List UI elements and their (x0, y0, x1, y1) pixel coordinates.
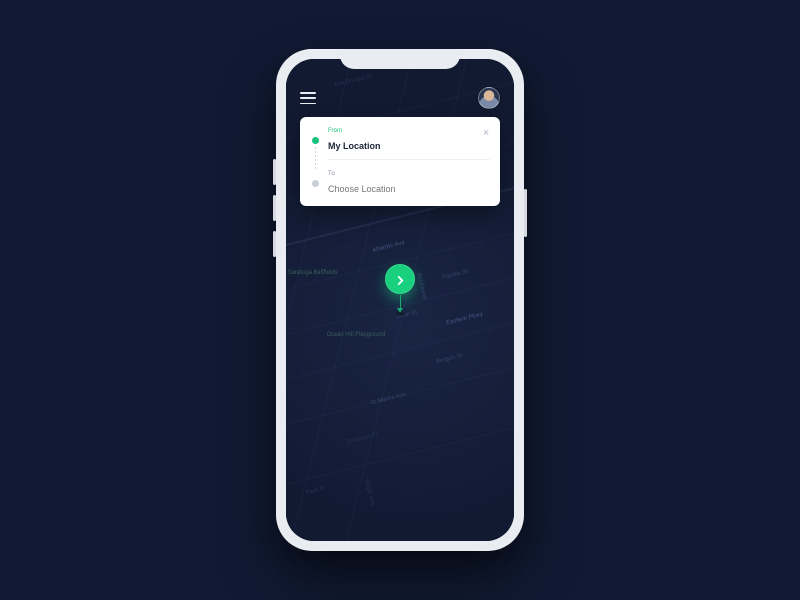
to-input[interactable] (328, 184, 490, 194)
route-card: × From To (300, 117, 500, 206)
divider (328, 159, 490, 160)
current-location-pin (385, 264, 415, 316)
map-road (286, 417, 514, 495)
pin-stem (400, 295, 401, 309)
top-bar (286, 87, 514, 109)
to-label: To (328, 170, 490, 177)
street-label: Eastern Pkwy (446, 311, 484, 327)
street-label: Ralph Ave (363, 478, 376, 506)
phone-device-frame: MacDougal St Marion St Sumpter Pl Herkim… (276, 49, 524, 551)
device-notch (340, 49, 460, 69)
hamburger-icon (300, 92, 316, 94)
street-label: Park Pl (305, 485, 326, 497)
street-label: Pacific St (442, 268, 469, 281)
poi-label: Saratoga Ballfields (288, 269, 338, 277)
to-row: To (310, 170, 490, 196)
go-button[interactable] (385, 264, 415, 294)
street-label: Atlantic Ave (372, 239, 406, 254)
street-label: St Marks Ave (370, 391, 407, 407)
destination-dot-icon (312, 180, 319, 187)
chevron-right-icon (396, 270, 405, 289)
poi-label: Ocean Hill Playground (326, 331, 386, 339)
app-screen: MacDougal St Marion St Sumpter Pl Herkim… (286, 59, 514, 541)
from-row: From (310, 127, 490, 160)
pin-shadow (395, 312, 405, 316)
origin-dot-icon (312, 137, 319, 144)
route-connector-icon (315, 147, 316, 171)
street-label: Rockaway (415, 272, 429, 301)
from-input[interactable] (328, 141, 490, 151)
street-label: Prospect Pl (346, 431, 379, 446)
profile-avatar[interactable] (478, 87, 500, 109)
map-road (286, 312, 514, 390)
street-label: Bergen St (436, 352, 464, 365)
from-label: From (328, 127, 490, 134)
map-road (286, 357, 514, 435)
menu-button[interactable] (300, 92, 316, 104)
